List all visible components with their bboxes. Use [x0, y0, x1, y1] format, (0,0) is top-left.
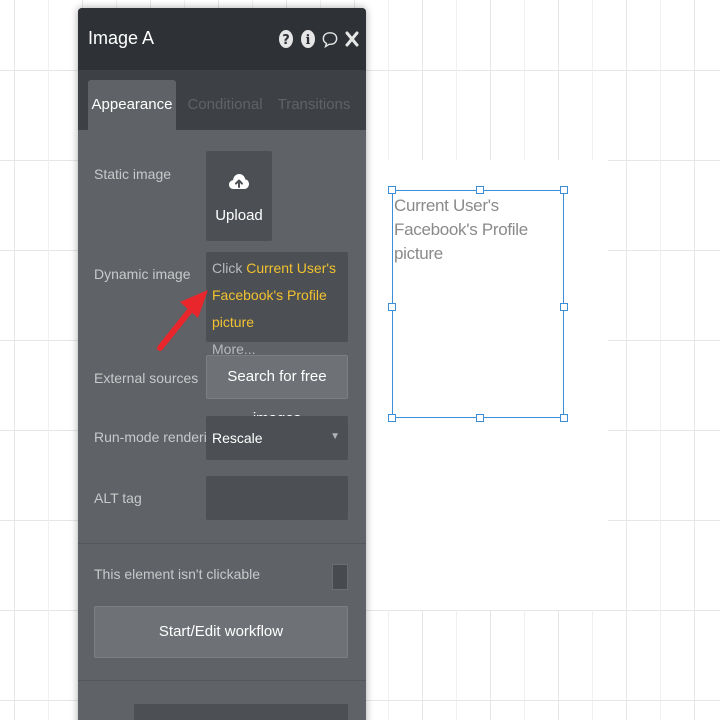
image-element-placeholder-text: Current User's Facebook's Profile pictur… [394, 196, 528, 263]
cloud-upload-icon [229, 174, 249, 189]
dynamic-image-expression-field[interactable]: Click Current User's Facebook's Profile … [206, 252, 348, 357]
run-mode-rendering-value: Rescale [212, 430, 263, 446]
resize-handle-bottom-center[interactable] [476, 414, 484, 422]
search-free-images-button[interactable]: Search for free images [206, 355, 348, 427]
tab-appearance[interactable]: Appearance [88, 80, 176, 130]
panel-header: Image A ? i [78, 8, 366, 70]
resize-handle-top-center[interactable] [476, 186, 484, 194]
chevron-down-icon: ▼ [330, 431, 340, 442]
resize-handle-bottom-left[interactable] [388, 414, 396, 422]
comment-icon[interactable] [322, 28, 338, 50]
dynamic-expression-part-2[interactable]: Facebook's Profile picture [212, 287, 327, 330]
run-mode-rendering-label: Run-mode rendering [94, 429, 223, 445]
run-mode-rendering-select[interactable]: Rescale ▼ [206, 416, 348, 460]
close-icon[interactable] [344, 28, 360, 50]
property-editor-panel: Image A ? i Appearance Conditional Trans… [78, 8, 366, 720]
static-image-label: Static image [94, 166, 172, 182]
upload-button[interactable]: Upload [206, 151, 272, 241]
resize-handle-middle-right[interactable] [560, 303, 568, 311]
next-property-field[interactable] [134, 704, 348, 720]
start-edit-workflow-button[interactable]: Start/Edit workflow [94, 606, 348, 658]
svg-text:i: i [306, 33, 311, 48]
tab-transitions[interactable]: Transitions [272, 80, 356, 130]
resize-handle-middle-left[interactable] [388, 303, 396, 311]
not-clickable-checkbox[interactable] [332, 564, 348, 590]
alt-tag-input[interactable] [206, 476, 348, 520]
canvas-image-element[interactable]: Current User's Facebook's Profile pictur… [392, 190, 564, 418]
info-icon[interactable]: i [300, 28, 316, 50]
alt-tag-label: ALT tag [94, 490, 142, 506]
resize-handle-bottom-right[interactable] [560, 414, 568, 422]
upload-label: Upload [215, 207, 263, 224]
dynamic-image-label: Dynamic image [94, 266, 191, 282]
svg-text:?: ? [282, 33, 290, 48]
panel-title: Image A [88, 28, 155, 48]
tab-conditional[interactable]: Conditional [182, 80, 268, 130]
section-divider [78, 543, 366, 544]
help-icon[interactable]: ? [278, 28, 294, 50]
tab-bar: Appearance Conditional Transitions [78, 70, 366, 130]
header-icons: ? i [278, 28, 360, 50]
dynamic-line-1: Click Current User's [206, 255, 348, 282]
section-divider-bottom [78, 680, 366, 681]
dynamic-line-2: Facebook's Profile picture [206, 282, 348, 336]
annotation-arrow [157, 290, 208, 351]
not-clickable-label: This element isn't clickable [94, 566, 261, 582]
dynamic-expression-part-1[interactable]: Current User's [246, 260, 336, 276]
resize-handle-top-right[interactable] [560, 186, 568, 194]
resize-handle-top-left[interactable] [388, 186, 396, 194]
dynamic-click-text[interactable]: Click [212, 260, 242, 276]
external-sources-label: External sources [94, 370, 199, 386]
